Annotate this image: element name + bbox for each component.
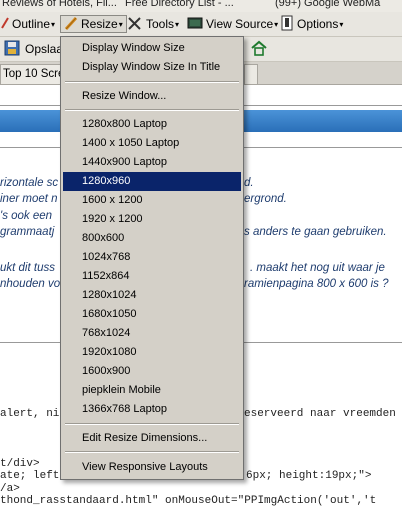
bookmark-item[interactable]: Reviews of Hotels, Fli... (2, 0, 117, 9)
menu-item-size[interactable]: 1024x768 (63, 248, 241, 267)
menu-item-size[interactable]: 1600 x 1200 (63, 191, 241, 210)
menu-item-size[interactable]: 1920x1080 (63, 343, 241, 362)
menu-item-resize-window[interactable]: Resize Window... (63, 87, 241, 106)
content-line: ramienpagina 800 x 600 is ? (244, 278, 389, 290)
content-line: ukt dit tuss (0, 262, 55, 274)
home-icon (250, 40, 268, 59)
tools-label: Tools (146, 17, 175, 31)
chevron-down-icon: ▾ (274, 19, 279, 29)
menu-item-size[interactable]: piepklein Mobile (63, 381, 241, 400)
code-line: thond_rasstandaard.html" onMouseOut="PPI… (0, 495, 377, 507)
outline-icon (0, 16, 12, 33)
content-line: iner moet n (0, 193, 58, 205)
menu-item-size[interactable]: 1400 x 1050 Laptop (63, 134, 241, 153)
tools-menu-button[interactable]: Tools ▾ (126, 15, 179, 33)
view-source-icon (187, 16, 203, 33)
outline-menu-button[interactable]: Outline ▾ (0, 15, 55, 33)
save-label: Opslaa (25, 42, 64, 56)
view-source-label: View Source (206, 17, 274, 31)
menu-item-view-responsive-layouts[interactable]: View Responsive Layouts (63, 458, 241, 477)
options-icon (280, 15, 294, 34)
save-button[interactable]: Opslaa (4, 40, 63, 58)
chevron-down-icon: ▾ (175, 19, 180, 29)
menu-item-size[interactable]: 1280x800 Laptop (63, 115, 241, 134)
options-label: Options (297, 17, 339, 31)
menu-item-edit-resize-dimensions[interactable]: Edit Resize Dimensions... (63, 429, 241, 448)
bookmark-item[interactable]: Free Directory List - ... (125, 0, 234, 9)
code-line: eserveerd naar vreemden (244, 408, 396, 420)
chevron-down-icon: ▾ (339, 19, 344, 29)
menu-item-size[interactable]: 768x1024 (63, 324, 241, 343)
view-source-menu-button[interactable]: View Source ▾ (187, 15, 278, 33)
tab-top-10[interactable]: Top 10 Scre (0, 64, 62, 84)
content-line: rizontale sc (0, 177, 59, 189)
ruler-icon (63, 15, 79, 34)
menu-item-display-window-size-in-title[interactable]: Display Window Size In Title (63, 58, 241, 77)
menu-item-size[interactable]: 1366x768 Laptop (63, 400, 241, 419)
content-line: grammaatj (0, 226, 55, 238)
code-line: ate; left (0, 470, 60, 482)
bookmark-item[interactable]: (99+) Google WebMa (275, 0, 380, 9)
menu-separator (65, 109, 239, 111)
code-line: 6px; height:19px;"> (246, 470, 372, 482)
resize-label: Resize (81, 17, 118, 31)
content-line: s anders te gaan gebruiken. (244, 226, 387, 238)
outline-label: Outline (12, 17, 51, 31)
content-line: d. (244, 177, 254, 189)
tab-label: Top 10 Scre (3, 68, 62, 80)
chevron-down-icon: ▾ (118, 19, 123, 29)
menu-separator (65, 451, 239, 453)
menu-item-size[interactable]: 1440x900 Laptop (63, 153, 241, 172)
options-menu-button[interactable]: Options ▾ (280, 15, 343, 33)
menu-item-size[interactable]: 1152x864 (63, 267, 241, 286)
menu-item-size[interactable]: 1280x1024 (63, 286, 241, 305)
content-line: 's ook een (0, 210, 53, 222)
resize-menu-button[interactable]: Resize ▾ (60, 15, 127, 33)
menu-item-size[interactable]: 1600x900 (63, 362, 241, 381)
save-icon (4, 40, 20, 59)
content-line: ergrond. (244, 193, 287, 205)
menu-separator (65, 81, 239, 83)
code-line: /a> (0, 483, 20, 495)
chevron-down-icon: ▾ (51, 19, 56, 29)
menu-separator (65, 423, 239, 425)
home-button[interactable] (250, 40, 268, 58)
code-line: alert, ni (0, 408, 60, 420)
menu-item-display-window-size[interactable]: Display Window Size (63, 39, 241, 58)
content-line: . maakt het nog uit waar je (250, 262, 385, 274)
menu-item-size[interactable]: 1920 x 1200 (63, 210, 241, 229)
menu-item-size[interactable]: 1680x1050 (63, 305, 241, 324)
content-line: nhouden vo (0, 278, 61, 290)
tab-next[interactable] (244, 64, 258, 84)
menu-item-size-selected[interactable]: 1280x960 (63, 172, 241, 191)
code-line: t/div> (0, 458, 40, 470)
tools-icon (126, 15, 144, 34)
resize-dropdown-menu: Display Window Size Display Window Size … (60, 36, 244, 480)
web-developer-toolbar: Outline ▾ Resize ▾ Tools ▾ View Source ▾ Opt… (0, 12, 402, 37)
menu-item-size[interactable]: 800x600 (63, 229, 241, 248)
